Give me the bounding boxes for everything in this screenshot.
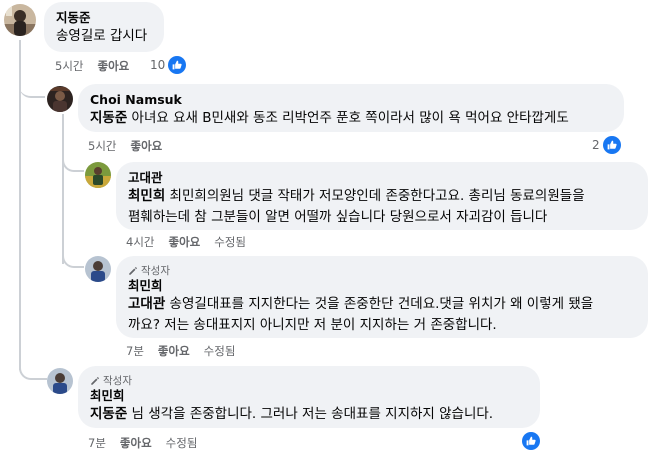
author-badge-label: 작성자	[141, 265, 170, 277]
mention-link[interactable]: 지동준	[90, 406, 127, 422]
comment-time[interactable]: 4시간	[126, 234, 154, 250]
comment-text-line: 폄훼하는데 참 그분들이 알면 어떨까 싶습니다 당원으로서 자괴감이 듭니다	[128, 209, 548, 225]
thread-connector	[19, 360, 47, 380]
comment-bubble: 작성자 최민희 고대관 송영길대표를 지지한다는 것을 존중한단 건데요.댓글 …	[116, 256, 648, 338]
comment-actions: 7분 좋아요 수정됨	[126, 343, 235, 359]
author-badge: 작성자	[128, 264, 636, 278]
like-thumb-icon	[168, 56, 187, 74]
like-button[interactable]: 좋아요	[120, 435, 152, 451]
comment-body-text: 송영길대표를 지지한다는 것을 존중한단 건데요.댓글 위치가 왜 이렇게 됐을	[165, 296, 594, 312]
comment-author[interactable]: 최민희	[90, 388, 528, 404]
author-badge: 작성자	[90, 374, 528, 388]
comment-bubble: 작성자 최민희 지동준 님 생각을 존중합니다. 그러나 저는 송대표를 지지하…	[78, 366, 540, 428]
comment-actions: 4시간 좋아요 수정됨	[126, 234, 246, 250]
comment-author[interactable]: 최민희	[128, 278, 636, 294]
comment-time[interactable]: 7분	[88, 435, 106, 451]
edited-label[interactable]: 수정됨	[214, 234, 246, 250]
comment-author[interactable]: Choi Namsuk	[90, 92, 612, 108]
comment-time[interactable]: 5시간	[88, 138, 116, 154]
mention-link[interactable]: 지동준	[90, 110, 127, 126]
edited-label[interactable]: 수정됨	[166, 435, 198, 451]
thread-connector	[62, 158, 84, 172]
thread-line-reply	[62, 114, 64, 264]
comment-author[interactable]: 지동준	[56, 10, 152, 26]
like-thumb-icon	[522, 432, 540, 450]
avatar[interactable]	[85, 162, 111, 188]
author-badge-label: 작성자	[103, 375, 132, 387]
like-button[interactable]: 좋아요	[168, 234, 200, 250]
comment-thread: 지동준 송영길로 갑시다 5시간 좋아요 10 Choi Namsuk 지동준 …	[0, 0, 656, 458]
thread-connector	[62, 254, 84, 268]
comment-time[interactable]: 5시간	[55, 58, 83, 74]
mention-link[interactable]: 최민희	[128, 188, 165, 204]
reaction-count: 10	[150, 58, 166, 72]
pencil-icon	[129, 266, 138, 275]
reaction-summary[interactable]	[522, 432, 540, 450]
comment-text: 송영길로 갑시다	[56, 28, 148, 44]
comment-bubble: 고대관 최민희 최민희의원님 댓글 작태가 저모양인데 존중한다고요. 총리님 …	[116, 162, 648, 230]
reaction-count: 2	[592, 138, 600, 152]
reaction-summary[interactable]: 2	[592, 136, 621, 154]
comment-body-text: 님 생각을 존중합니다. 그러나 저는 송대표를 지지하지 않습니다.	[127, 406, 494, 422]
like-button[interactable]: 좋아요	[97, 58, 129, 74]
comment-text: 고대관 송영길대표를 지지한다는 것을 존중한단 건데요.댓글 위치가 왜 이렇…	[128, 294, 636, 315]
comment-actions: 5시간 좋아요	[55, 58, 129, 74]
comment-text-line: 까요? 저는 송대표지지 아니지만 저 분이 지지하는 거 존중합니다.	[128, 317, 497, 333]
comment-time[interactable]: 7분	[126, 343, 144, 359]
pencil-icon	[91, 376, 100, 385]
comment-bubble: 지동준 송영길로 갑시다	[44, 2, 164, 52]
avatar[interactable]	[4, 4, 36, 36]
comment-text: 최민희 최민희의원님 댓글 작태가 저모양인데 존중한다고요. 총리님 동료의원…	[128, 186, 636, 207]
comment-text: 지동준 님 생각을 존중합니다. 그러나 저는 송대표를 지지하지 않습니다.	[90, 404, 528, 425]
thread-connector	[19, 82, 45, 98]
avatar[interactable]	[47, 86, 73, 112]
comment-author[interactable]: 고대관	[128, 170, 636, 186]
comment-bubble: Choi Namsuk 지동준 아녀요 요새 B민새와 동조 리박언주 푼호 쪽…	[78, 84, 624, 132]
comment-actions: 7분 좋아요 수정됨	[88, 435, 197, 451]
comment-actions: 5시간 좋아요	[88, 138, 162, 154]
avatar[interactable]	[47, 368, 73, 394]
like-button[interactable]: 좋아요	[130, 138, 162, 154]
reaction-summary[interactable]: 10	[150, 56, 187, 74]
comment-body-text: 최민희의원님 댓글 작태가 저모양인데 존중한다고요. 총리님 동료의원들을	[165, 188, 585, 204]
like-thumb-icon	[602, 136, 621, 154]
edited-label[interactable]: 수정됨	[204, 343, 236, 359]
avatar[interactable]	[85, 256, 111, 282]
like-button[interactable]: 좋아요	[158, 343, 190, 359]
comment-body-text: 아녀요 요새 B민새와 동조 리박언주 푼호 쪽이라서 많이 욕 먹어요 안타깝…	[127, 110, 569, 126]
comment-text: 지동준 아녀요 요새 B민새와 동조 리박언주 푼호 쪽이라서 많이 욕 먹어요…	[90, 108, 612, 129]
mention-link[interactable]: 고대관	[128, 296, 165, 312]
